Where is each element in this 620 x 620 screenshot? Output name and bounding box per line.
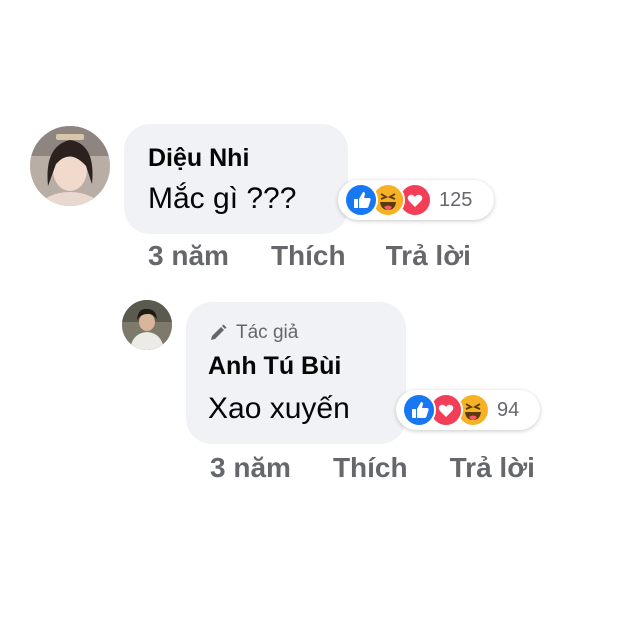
like-reaction-icon [402,393,436,427]
comment-author[interactable]: Anh Tú Bùi [208,352,341,381]
comment-author[interactable]: Diệu Nhi [148,144,249,173]
like-button[interactable]: Thích [333,452,408,484]
author-badge-label: Tác giả [236,322,299,343]
avatar-photo [122,300,172,350]
reaction-count: 94 [497,398,520,421]
reply-button[interactable]: Trả lời [450,452,535,484]
avatar[interactable] [30,126,110,206]
like-button[interactable]: Thích [271,240,346,272]
comment-thread: Diệu Nhi Mắc gì ??? 125 3 năm Thích Trả … [0,0,620,620]
comment-bubble [124,124,348,234]
reply-button[interactable]: Trả lời [386,240,471,272]
author-badge: Tác giả [208,322,298,344]
reactions-summary[interactable]: 94 [396,390,540,430]
timestamp[interactable]: 3 năm [148,240,229,272]
comment-text: Xao xuyến [208,392,350,425]
reactions-summary[interactable]: 125 [338,180,494,220]
pencil-icon [211,324,227,340]
reaction-count: 125 [439,188,473,211]
like-reaction-icon [344,183,378,217]
timestamp[interactable]: 3 năm [210,452,291,484]
comment-actions: 3 năm Thích Trả lời [148,240,471,272]
comment-text: Mắc gì ??? [148,182,297,215]
avatar[interactable] [122,300,172,350]
comment-actions: 3 năm Thích Trả lời [210,452,535,484]
avatar-photo [30,126,110,206]
